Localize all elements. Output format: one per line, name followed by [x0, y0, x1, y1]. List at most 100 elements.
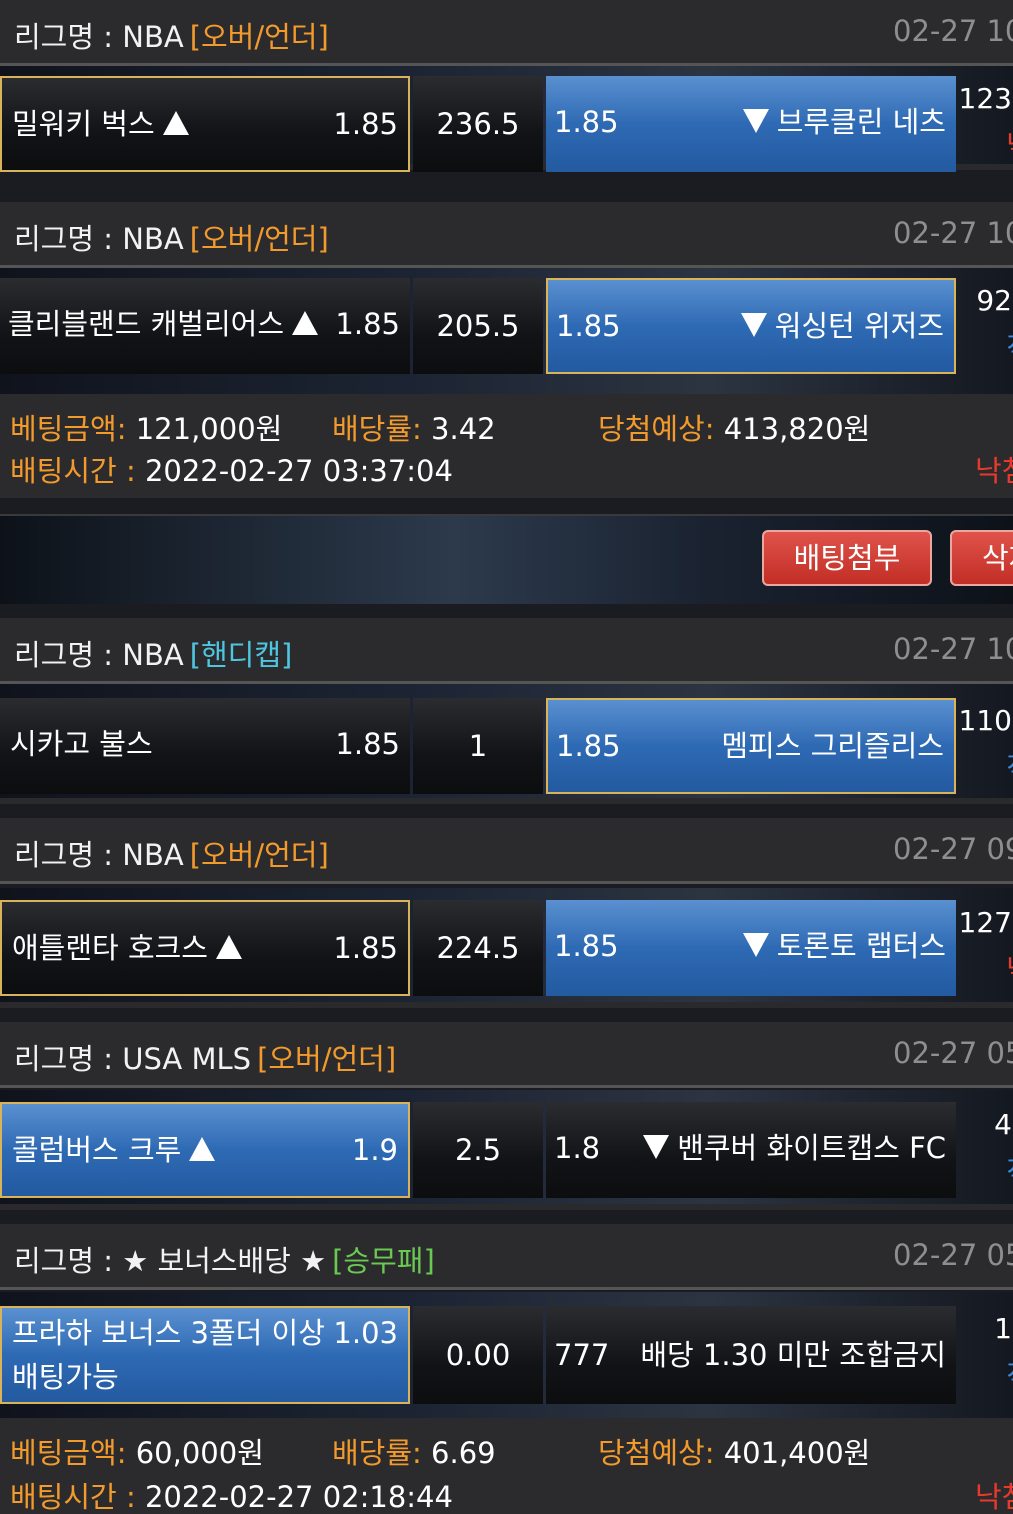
home-selection-button[interactable]: 프라하 보너스 3폴더 이상 1.03 배팅가능 [0, 1306, 410, 1404]
away-selection-button[interactable]: 1.85 멤피스 그리즐리스 [546, 698, 956, 794]
line-value[interactable]: 224.5 [413, 900, 543, 996]
away-team-name: 워싱턴 위저즈 [774, 309, 944, 343]
home-selection-button[interactable]: 콜럼버스 크루 1.9 [0, 1102, 410, 1198]
home-team-note: 배팅가능 [12, 1360, 119, 1394]
match-row: 시카고 불스 1.85 1 1.85 멤피스 그리즐리스 110 적 [0, 684, 1013, 804]
away-selection-button[interactable]: 1.85 브루클린 네츠 [546, 76, 956, 172]
match-result-badge: 적 [1006, 1354, 1013, 1394]
bet-type: [오버/언더] [257, 1042, 397, 1076]
league-label: 리그명 : ★ 보너스배당 ★ [14, 1244, 327, 1278]
home-team-name: 애틀랜타 호크스 [12, 931, 208, 965]
bet-time: 2022-02-27 02:18:44 [144, 1480, 453, 1514]
over-arrow-icon [189, 1137, 216, 1161]
home-selection-button[interactable]: 밀워키 벅스 1.85 [0, 76, 410, 172]
bet-type: [오버/언더] [189, 222, 329, 256]
line-value[interactable]: 236.5 [413, 76, 543, 172]
away-odds: 1.85 [554, 929, 619, 963]
bet-type: [핸디캡] [189, 638, 293, 672]
match-date: 02-27 05 [893, 1238, 1013, 1272]
away-odds: 1.85 [556, 309, 621, 343]
away-team-name: 밴쿠버 화이트캡스 FC [677, 1131, 946, 1165]
away-odds: 1.8 [554, 1131, 601, 1165]
line-value[interactable]: 1 [413, 698, 543, 794]
match-result-badge: 적 [1006, 1150, 1013, 1190]
match-date: 02-27 05 [893, 1036, 1013, 1070]
match-score: 110 [958, 704, 1012, 737]
league-label: 리그명 : NBA [14, 222, 184, 256]
away-selection-button[interactable]: 1.85 워싱턴 위저즈 [546, 278, 956, 374]
home-odds: 1.03 [333, 1316, 398, 1350]
bet-time: 2022-02-27 03:37:04 [144, 454, 453, 488]
bet-type: [오버/언더] [189, 20, 329, 54]
match-row: 콜럼버스 크루 1.9 2.5 1.8 밴쿠버 화이트캡스 FC 4 적 [0, 1090, 1013, 1210]
league-label: 리그명 : NBA [14, 838, 184, 872]
bet-actions: 배팅첨부 삭제 [0, 514, 1013, 604]
match-date: 02-27 10 [893, 216, 1013, 250]
league-header: 리그명 : USA MLS [오버/언더] 02-27 05 [0, 1022, 1013, 1088]
bet-amount: 60,000원 [135, 1436, 264, 1470]
home-team-name: 밀워키 벅스 [12, 107, 155, 141]
bet-result-status: 낙첨 [975, 1480, 1013, 1514]
expected-win: 401,400원 [723, 1436, 871, 1470]
league-header: 리그명 : ★ 보너스배당 ★ [승무패] 02-27 05 [0, 1224, 1013, 1290]
odds-rate: 6.69 [431, 1436, 496, 1470]
under-arrow-icon [742, 933, 769, 957]
away-odds: 1.85 [556, 729, 621, 763]
league-header: 리그명 : NBA [오버/언더] 02-27 10 [0, 202, 1013, 268]
odds-rate: 3.42 [431, 412, 496, 446]
under-arrow-icon [643, 1135, 670, 1159]
league-header: 리그명 : NBA [오버/언더] 02-27 10 [0, 0, 1013, 66]
over-arrow-icon [292, 311, 319, 335]
away-selection-button[interactable]: 1.85 토론토 랩터스 [546, 900, 956, 996]
line-value[interactable]: 2.5 [413, 1102, 543, 1198]
bet-history-page: 리그명 : NBA [오버/언더] 02-27 10 밀워키 벅스 1.85 23… [0, 0, 1013, 1514]
match-result-badge: 적 [1006, 326, 1013, 366]
home-selection-button[interactable]: 클리블랜드 캐벌리어스 1.85 [0, 278, 410, 374]
bet-type: [승무패] [332, 1244, 435, 1278]
away-team-name: 브루클린 네츠 [776, 105, 946, 139]
under-arrow-icon [742, 109, 769, 133]
bet-amount: 121,000원 [135, 412, 283, 446]
home-team-name: 프라하 보너스 3폴더 이상 [12, 1316, 325, 1350]
home-odds: 1.85 [333, 107, 398, 141]
expected-win: 413,820원 [723, 412, 871, 446]
line-value[interactable]: 205.5 [413, 278, 543, 374]
bet-summary: 베팅금액: 121,000원 배당률: 3.42 당첨예상: 413,820원 … [0, 394, 1013, 498]
match-date: 02-27 10 [893, 14, 1013, 48]
over-arrow-icon [162, 111, 189, 135]
away-team-name: 배당 1.30 미만 조합금지 [640, 1338, 946, 1372]
home-odds: 1.85 [335, 727, 400, 761]
home-team-name: 콜럼버스 크루 [12, 1133, 182, 1167]
home-selection-button[interactable]: 시카고 불스 1.85 [0, 698, 410, 794]
home-team-name: 시카고 불스 [10, 727, 153, 761]
line-value[interactable]: 0.00 [413, 1306, 543, 1404]
under-arrow-icon [740, 313, 767, 337]
league-label: 리그명 : USA MLS [14, 1042, 252, 1076]
match-result-badge: 적 [1006, 746, 1013, 786]
league-label: 리그명 : NBA [14, 20, 184, 54]
away-selection-button[interactable]: 777 배당 1.30 미만 조합금지 [546, 1306, 956, 1404]
home-team-name: 클리블랜드 캐벌리어스 [8, 307, 285, 341]
away-team-name: 멤피스 그리즐리스 [721, 729, 944, 763]
away-team-name: 토론토 랩터스 [776, 929, 946, 963]
match-result-badge: 낙 [1006, 948, 1013, 988]
match-row: 클리블랜드 캐벌리어스 1.85 205.5 1.85 워싱턴 위저즈 92 적 [0, 268, 1013, 394]
match-result-badge: 낙 [1006, 124, 1013, 164]
home-selection-button[interactable]: 애틀랜타 호크스 1.85 [0, 900, 410, 996]
bet-summary: 베팅금액: 60,000원 배당률: 6.69 당첨예상: 401,400원 배… [0, 1418, 1013, 1514]
league-label: 리그명 : NBA [14, 638, 184, 672]
home-odds: 1.85 [335, 307, 400, 341]
away-selection-button[interactable]: 1.8 밴쿠버 화이트캡스 FC [546, 1102, 956, 1198]
league-header: 리그명 : NBA [오버/언더] 02-27 09 [0, 818, 1013, 884]
match-date: 02-27 09 [893, 832, 1013, 866]
away-odds: 777 [554, 1338, 610, 1372]
home-odds: 1.9 [351, 1133, 398, 1167]
match-score: 4 [994, 1108, 1012, 1141]
attach-bet-button[interactable]: 배팅첨부 [762, 530, 932, 586]
match-row: 애틀랜타 호크스 1.85 224.5 1.85 토론토 랩터스 127 낙 [0, 888, 1013, 1008]
home-odds: 1.85 [333, 931, 398, 965]
over-arrow-icon [215, 935, 242, 959]
away-odds: 1.85 [554, 105, 619, 139]
delete-button[interactable]: 삭제 [950, 530, 1013, 586]
league-header: 리그명 : NBA [핸디캡] 02-27 10 [0, 618, 1013, 684]
